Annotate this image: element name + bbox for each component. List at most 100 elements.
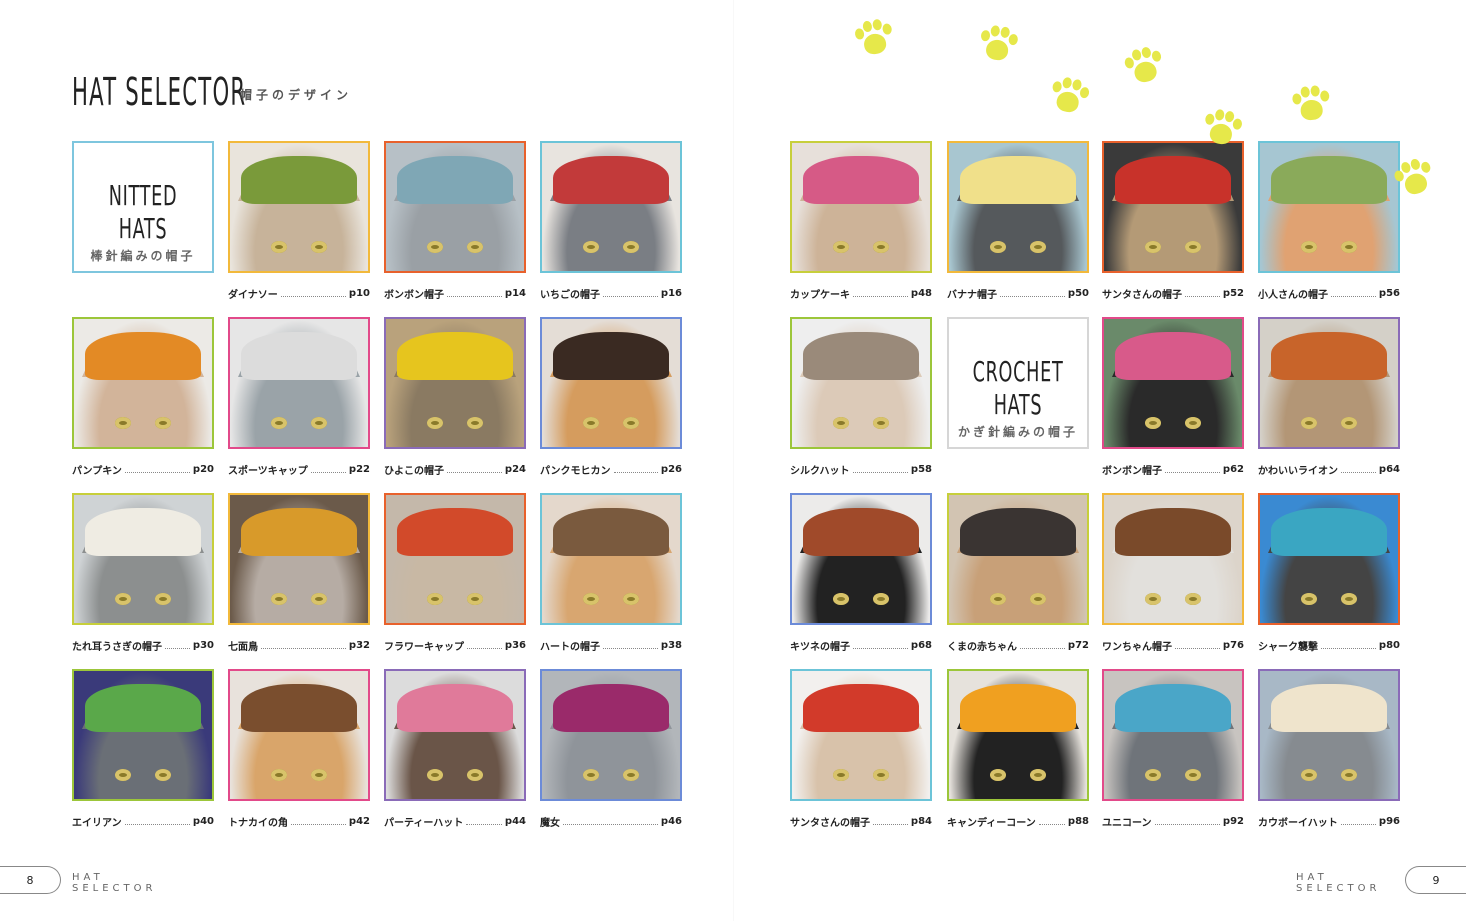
hat-name: トナカイの角 xyxy=(228,817,288,829)
hat-name: パンクモヒカン xyxy=(540,465,611,477)
hat-name: シャーク襲撃 xyxy=(1258,641,1318,653)
hat-photo[interactable] xyxy=(72,493,214,625)
hat-photo[interactable] xyxy=(228,141,370,273)
hat-photo[interactable] xyxy=(790,669,932,801)
section-card-knitted-hats: NITTED HATS 棒針編みの帽子 xyxy=(72,141,214,273)
hat-photo[interactable] xyxy=(384,669,526,801)
page-ref[interactable]: p84 xyxy=(911,816,932,827)
page-ref[interactable]: p22 xyxy=(349,464,370,475)
cat-eye xyxy=(872,769,889,782)
leader-dots xyxy=(873,816,908,825)
leader-dots xyxy=(1020,640,1065,649)
hat-photo[interactable] xyxy=(1258,141,1400,273)
knit-hat xyxy=(241,331,357,381)
cat-eye xyxy=(1340,417,1357,430)
hat-photo[interactable] xyxy=(1102,669,1244,801)
hat-name: たれ耳うさぎの帽子 xyxy=(72,641,162,653)
page-ref[interactable]: p30 xyxy=(193,640,214,651)
hat-photo[interactable] xyxy=(72,669,214,801)
hat-name: カップケーキ xyxy=(790,289,850,301)
leader-dots xyxy=(124,464,190,473)
hat-photo[interactable] xyxy=(790,493,932,625)
hat-name: バナナ帽子 xyxy=(947,289,997,301)
page-ref[interactable]: p42 xyxy=(349,816,370,827)
page-ref[interactable]: p64 xyxy=(1379,464,1400,475)
page-ref[interactable]: p38 xyxy=(661,640,682,651)
page-ref[interactable]: p68 xyxy=(911,640,932,651)
knit-hat xyxy=(1271,331,1387,381)
page-ref[interactable]: p50 xyxy=(1068,288,1089,299)
page-ref[interactable]: p10 xyxy=(349,288,370,299)
hat-photo[interactable] xyxy=(540,493,682,625)
hat-photo[interactable] xyxy=(947,141,1089,273)
page-ref[interactable]: p24 xyxy=(505,464,526,475)
hat-name: キャンディーコーン xyxy=(947,817,1036,829)
hat-photo[interactable] xyxy=(228,493,370,625)
footer-right: 9 HAT SELECTOR xyxy=(1296,866,1466,894)
page-ref[interactable]: p56 xyxy=(1379,288,1400,299)
knit-hat xyxy=(960,155,1076,205)
page-ref[interactable]: p52 xyxy=(1223,288,1244,299)
cat-eye xyxy=(872,241,889,254)
hat-photo[interactable] xyxy=(1258,317,1400,449)
book-gutter xyxy=(733,0,734,921)
leader-dots xyxy=(1175,640,1220,649)
page-ref[interactable]: p44 xyxy=(505,816,526,827)
hat-name: かわいいライオン xyxy=(1258,465,1338,477)
page-ref[interactable]: p16 xyxy=(661,288,682,299)
hat-photo[interactable] xyxy=(228,317,370,449)
hat-caption: シャーク襲撃 p80 xyxy=(1258,637,1400,653)
page-ref[interactable]: p96 xyxy=(1379,816,1400,827)
hat-photo[interactable] xyxy=(540,669,682,801)
page-ref[interactable]: p26 xyxy=(661,464,682,475)
leader-dots xyxy=(1331,288,1376,297)
hat-photo[interactable] xyxy=(947,669,1089,801)
page-ref[interactable]: p72 xyxy=(1068,640,1089,651)
leader-dots xyxy=(1321,640,1376,649)
hat-photo[interactable] xyxy=(384,493,526,625)
hat-photo[interactable] xyxy=(228,669,370,801)
hat-name: フラワーキャップ xyxy=(384,641,464,653)
hat-caption: かわいいライオン p64 xyxy=(1258,461,1400,477)
hat-photo[interactable] xyxy=(947,493,1089,625)
hat-photo[interactable] xyxy=(1102,141,1244,273)
hat-photo[interactable] xyxy=(384,317,526,449)
leader-dots xyxy=(1154,816,1220,825)
cat-eye xyxy=(1340,241,1357,254)
page-ref[interactable]: p80 xyxy=(1379,640,1400,651)
page-ref[interactable]: p88 xyxy=(1068,816,1089,827)
hat-photo[interactable] xyxy=(790,141,932,273)
page-ref[interactable]: p32 xyxy=(349,640,370,651)
page-ref[interactable]: p58 xyxy=(911,464,932,475)
hat-photo[interactable] xyxy=(1258,493,1400,625)
page-ref[interactable]: p14 xyxy=(505,288,526,299)
cat-eye xyxy=(154,769,171,782)
hat-photo[interactable] xyxy=(790,317,932,449)
page-ref[interactable]: p92 xyxy=(1223,816,1244,827)
hat-photo[interactable] xyxy=(540,317,682,449)
hat-name: ワンちゃん帽子 xyxy=(1102,641,1172,653)
hat-photo[interactable] xyxy=(1102,317,1244,449)
page-ref[interactable]: p20 xyxy=(193,464,214,475)
knit-hat xyxy=(397,331,513,381)
hat-photo[interactable] xyxy=(540,141,682,273)
page-ref[interactable]: p48 xyxy=(911,288,932,299)
hat-photo[interactable] xyxy=(72,317,214,449)
cat-eye xyxy=(1184,241,1201,254)
hat-photo[interactable] xyxy=(1102,493,1244,625)
page-ref[interactable]: p40 xyxy=(193,816,214,827)
hat-name: ひよこの帽子 xyxy=(384,465,444,477)
page-subtitle: 帽子のデザイン xyxy=(240,88,353,102)
page-ref[interactable]: p36 xyxy=(505,640,526,651)
page-ref[interactable]: p46 xyxy=(661,816,682,827)
knit-hat xyxy=(803,155,919,205)
page-ref[interactable]: p76 xyxy=(1223,640,1244,651)
hat-photo[interactable] xyxy=(1258,669,1400,801)
leader-dots xyxy=(165,640,190,649)
hat-name: 小人さんの帽子 xyxy=(1258,289,1328,301)
hat-photo[interactable] xyxy=(384,141,526,273)
hat-caption: ボンボン帽子 p62 xyxy=(1102,461,1244,477)
cat-eye xyxy=(154,593,171,606)
hat-name: シルクハット xyxy=(790,465,850,477)
page-ref[interactable]: p62 xyxy=(1223,464,1244,475)
